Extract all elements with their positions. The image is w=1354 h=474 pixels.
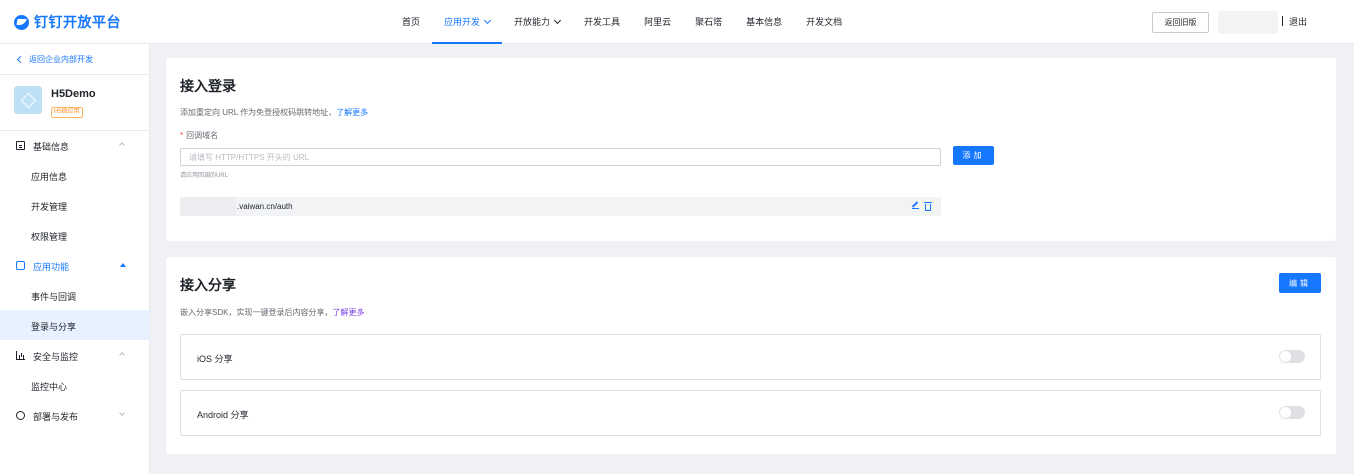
delete-icon[interactable] bbox=[924, 202, 932, 211]
share-panel: 接入分享 编辑 嵌入分享SDK，实现一键登录后内容分享，了解更多 iOS 分享 … bbox=[166, 257, 1336, 454]
sidebar-group-deploy-release[interactable]: 部署与发布 bbox=[0, 400, 150, 430]
nav-app-dev[interactable]: 应用开发 bbox=[432, 0, 503, 44]
ios-share-toggle[interactable] bbox=[1279, 350, 1305, 363]
chevron-up-icon bbox=[119, 142, 125, 148]
share-desc-text: 嵌入分享SDK，实现一键登录后内容分享， bbox=[180, 308, 333, 317]
item-label: 事件与回调 bbox=[31, 292, 77, 302]
share-description: 嵌入分享SDK，实现一键登录后内容分享，了解更多 bbox=[180, 307, 364, 318]
group-label: 部署与发布 bbox=[33, 412, 79, 422]
sidebar-item-dev-management[interactable]: 开发管理 bbox=[0, 190, 150, 220]
add-url-button[interactable]: 添加 bbox=[953, 146, 994, 165]
android-share-row: Android 分享 bbox=[180, 390, 1321, 436]
nav-label: 基本信息 bbox=[746, 17, 783, 27]
sidebar-item-login-share[interactable]: 登录与分享 bbox=[0, 310, 150, 340]
item-label: 权限管理 bbox=[31, 232, 68, 242]
user-name-box[interactable] bbox=[1218, 11, 1278, 34]
login-description: 添加重定向 URL 作为免登授权码跳转地址，了解更多 bbox=[180, 107, 368, 118]
item-label: 应用信息 bbox=[31, 172, 68, 182]
nav-dev-tools[interactable]: 开发工具 bbox=[572, 0, 632, 44]
document-icon bbox=[16, 141, 25, 150]
sidebar-group-app-features[interactable]: 应用功能 bbox=[0, 250, 150, 280]
sidebar-item-events-callbacks[interactable]: 事件与回调 bbox=[0, 280, 150, 310]
nav-label: 聚石塔 bbox=[695, 17, 723, 27]
app-feature-icon bbox=[16, 261, 25, 270]
top-nav: 首页 应用开发 开放能力 开发工具 阿里云 聚石塔 基本信息 开发文档 bbox=[390, 0, 854, 44]
app-icon bbox=[14, 86, 42, 114]
nav-open-ability[interactable]: 开放能力 bbox=[502, 0, 572, 44]
logo-text: 钉钉开放平台 bbox=[34, 14, 121, 30]
group-label: 基础信息 bbox=[33, 142, 70, 152]
app-type-badge: H5微应用 bbox=[51, 107, 83, 118]
login-desc-text: 添加重定向 URL 作为免登授权码跳转地址， bbox=[180, 108, 337, 117]
dingtalk-logo-icon bbox=[14, 14, 29, 30]
group-label: 安全与监控 bbox=[33, 352, 79, 362]
chevron-down-icon bbox=[554, 16, 562, 25]
chevron-left-icon bbox=[16, 55, 25, 64]
divider bbox=[0, 74, 150, 75]
share-title: 接入分享 bbox=[180, 277, 236, 293]
input-hint: 请应用回调的URL bbox=[180, 173, 229, 179]
nav-label: 开放能力 bbox=[514, 17, 551, 27]
nav-label: 阿里云 bbox=[644, 17, 672, 27]
login-title: 接入登录 bbox=[180, 78, 236, 94]
chevron-down-icon bbox=[119, 410, 125, 416]
required-mark: * bbox=[180, 131, 184, 140]
login-panel: 接入登录 添加重定向 URL 作为免登授权码跳转地址，了解更多 *回调域名 添加… bbox=[166, 58, 1336, 241]
share-learn-more-link[interactable]: 了解更多 bbox=[332, 308, 364, 317]
edit-share-button[interactable]: 编辑 bbox=[1279, 273, 1321, 293]
login-learn-more-link[interactable]: 了解更多 bbox=[336, 108, 368, 117]
item-label: 登录与分享 bbox=[31, 322, 77, 332]
caret-up-icon bbox=[120, 263, 126, 267]
bar-chart-icon bbox=[16, 351, 25, 360]
url-text: .vaiwan.cn/auth bbox=[237, 202, 293, 211]
nav-aliyun[interactable]: 阿里云 bbox=[632, 0, 683, 44]
android-share-label: Android 分享 bbox=[197, 410, 249, 420]
callback-domain-label: * 回调域名 bbox=[180, 130, 218, 141]
dingtalk-logo[interactable]: 钉钉开放平台 bbox=[14, 12, 121, 32]
nav-jushita[interactable]: 聚石塔 bbox=[683, 0, 734, 44]
nav-home[interactable]: 首页 bbox=[390, 0, 432, 44]
sidebar-item-monitoring-center[interactable]: 监控中心 bbox=[0, 370, 150, 400]
chevron-up-icon bbox=[119, 352, 125, 358]
chevron-down-icon bbox=[483, 16, 492, 25]
nav-basic-info[interactable]: 基本信息 bbox=[734, 0, 794, 44]
nav-label: 开发文档 bbox=[806, 17, 843, 27]
nav-label: 开发工具 bbox=[584, 17, 621, 27]
app-name: H5Demo bbox=[51, 88, 96, 100]
group-label: 应用功能 bbox=[33, 262, 70, 272]
nav-label: 应用开发 bbox=[444, 17, 481, 27]
sidebar-group-security-monitoring[interactable]: 安全与监控 bbox=[0, 340, 150, 370]
sidebar-group-basic-info[interactable]: 基础信息 bbox=[0, 130, 150, 160]
nav-dev-docs[interactable]: 开发文档 bbox=[794, 0, 854, 44]
app-card: H5Demo H5微应用 bbox=[14, 86, 96, 118]
ios-share-label: iOS 分享 bbox=[197, 354, 233, 364]
logout-link[interactable]: 退出 bbox=[1282, 15, 1307, 28]
sidebar-item-permission-management[interactable]: 权限管理 bbox=[0, 220, 150, 250]
ios-share-row: iOS 分享 bbox=[180, 334, 1321, 380]
sidebar: 返回企业内部开发 H5Demo H5微应用 基础信息 应用信息 开发管理 权限管… bbox=[0, 44, 150, 474]
edit-icon[interactable] bbox=[912, 202, 919, 209]
callback-url-input[interactable] bbox=[180, 148, 941, 166]
back-link[interactable]: 返回企业内部开发 bbox=[16, 54, 93, 65]
item-label: 监控中心 bbox=[31, 382, 68, 392]
sidebar-item-app-info[interactable]: 应用信息 bbox=[0, 160, 150, 190]
item-label: 开发管理 bbox=[31, 202, 68, 212]
cube-icon bbox=[16, 411, 25, 420]
android-share-toggle[interactable] bbox=[1279, 406, 1305, 419]
return-old-version-button[interactable]: 返回旧版 bbox=[1152, 12, 1209, 33]
divider bbox=[1282, 16, 1283, 26]
top-bar: 钉钉开放平台 首页 应用开发 开放能力 开发工具 阿里云 聚石塔 基本信息 开发… bbox=[0, 0, 1354, 44]
back-label: 返回企业内部开发 bbox=[29, 55, 93, 64]
masked-subdomain bbox=[180, 197, 236, 216]
field-label: 回调域名 bbox=[186, 131, 219, 140]
logout-label: 退出 bbox=[1289, 17, 1308, 27]
url-list-item: .vaiwan.cn/auth bbox=[180, 197, 941, 216]
nav-label: 首页 bbox=[402, 17, 421, 27]
